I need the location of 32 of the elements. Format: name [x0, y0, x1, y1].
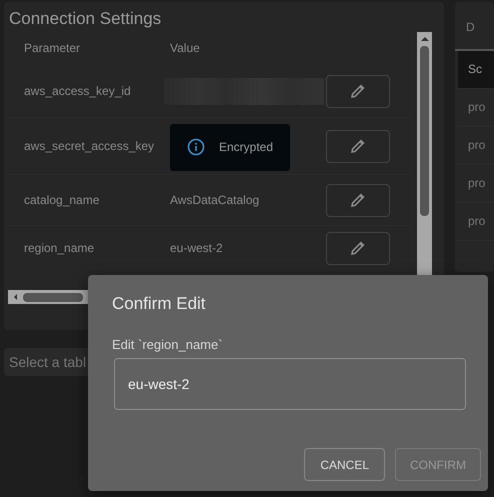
dialog-button[interactable]: CANCEL [304, 448, 385, 481]
dialog-title: Confirm Edit [112, 294, 207, 314]
column-header: Value [170, 41, 201, 55]
parameter-value: AwsDataCatalog [170, 193, 260, 207]
pencil-icon [350, 138, 366, 154]
edit-button[interactable] [326, 184, 390, 216]
edit-button[interactable] [326, 232, 390, 264]
pencil-icon [350, 83, 366, 99]
vertical-scrollbar[interactable] [417, 32, 432, 275]
field-label: Edit `region_name` [112, 337, 224, 352]
edit-button[interactable] [326, 74, 390, 108]
parameter-value: eu-west-2 [170, 241, 223, 255]
horizontal-scrollbar[interactable] [8, 290, 88, 304]
encrypted-label: Encrypted [219, 140, 274, 154]
column-header: Parameter [23, 41, 82, 55]
pencil-icon [350, 240, 366, 256]
list-item[interactable]: Sc [458, 51, 494, 89]
panel-title: Connection Settings [8, 8, 162, 30]
info-icon [187, 138, 205, 156]
edit-button[interactable] [326, 130, 390, 162]
list-item[interactable]: pro [458, 203, 494, 241]
select-placeholder: Select a tabl [9, 354, 86, 370]
input-field[interactable]: eu-west-2 [114, 358, 466, 410]
parameter-name: catalog_name [23, 193, 100, 207]
pencil-icon [350, 192, 366, 208]
parameter-name: region_name [23, 241, 96, 255]
list-item[interactable]: pro [458, 165, 494, 203]
parameter-name: aws_secret_access_key [23, 139, 156, 153]
parameter-name: aws_access_key_id [23, 84, 132, 98]
list-item[interactable]: pro [458, 89, 494, 127]
list-item[interactable]: pro [458, 127, 494, 165]
up-arrow-icon[interactable] [418, 35, 430, 43]
